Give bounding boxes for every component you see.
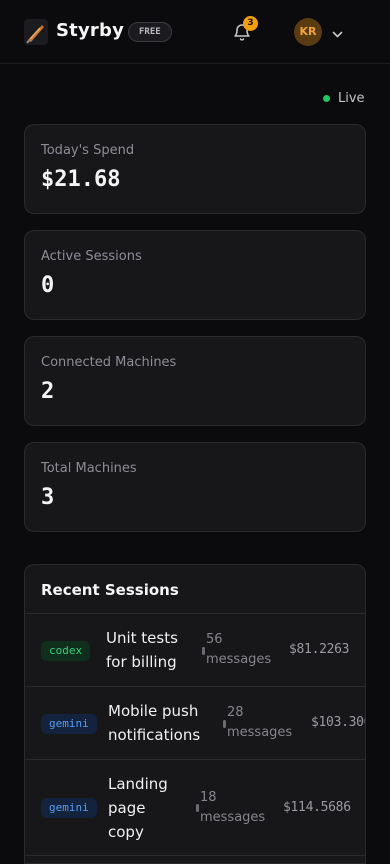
session-title-line: Mobile push xyxy=(108,702,199,720)
agent-tag: gemini xyxy=(41,798,97,818)
stat-label: Total Machines xyxy=(41,461,137,476)
session-cost: $103.3068 xyxy=(311,715,365,730)
session-title[interactable]: Unit tests for billing xyxy=(106,626,178,674)
session-cost: $81.2263 xyxy=(289,642,350,657)
session-row[interactable]: codex Unit tests for billing 56 messages… xyxy=(25,614,365,687)
recent-sessions-panel: Recent Sessions codex Unit tests for bil… xyxy=(24,564,366,864)
stat-label: Today's Spend xyxy=(41,143,135,158)
live-label: Live xyxy=(338,90,365,106)
message-indicator-icon xyxy=(196,804,199,812)
session-title-line: page xyxy=(108,799,146,817)
stat-value: 0 xyxy=(41,273,55,298)
notification-count-badge: 3 xyxy=(243,16,258,31)
agent-tag: gemini xyxy=(41,714,97,734)
chevron-down-icon[interactable] xyxy=(331,26,344,39)
stat-label: Active Sessions xyxy=(41,249,142,264)
session-title-line: copy xyxy=(108,823,144,841)
message-count: 18 messages xyxy=(200,788,265,828)
session-title-line: Landing xyxy=(108,775,168,793)
stat-card-active-sessions: Active Sessions 0 xyxy=(24,230,366,320)
recent-sessions-title: Recent Sessions xyxy=(41,581,179,599)
live-status: Live xyxy=(323,90,365,106)
agent-tag: codex xyxy=(41,641,91,661)
message-count-label: messages xyxy=(206,652,272,667)
message-count-number: 18 xyxy=(200,790,217,805)
session-row[interactable]: gemini Landing page copy 18 messages $11… xyxy=(25,760,365,856)
session-title-line: notifications xyxy=(108,726,201,744)
message-indicator-icon xyxy=(223,720,226,728)
stat-value: $21.68 xyxy=(41,167,121,192)
session-cost: $114.5686 xyxy=(283,800,351,815)
plan-badge: FREE xyxy=(128,22,172,42)
message-count-number: 56 xyxy=(206,632,223,647)
message-count-label: messages xyxy=(200,810,266,825)
user-avatar[interactable]: KR xyxy=(294,18,322,46)
stat-card-connected-machines: Connected Machines 2 xyxy=(24,336,366,426)
session-title-line: Unit tests xyxy=(106,629,178,647)
stat-label: Connected Machines xyxy=(41,355,177,370)
stat-card-todays-spend: Today's Spend $21.68 xyxy=(24,124,366,214)
session-row[interactable]: gemini Mobile push notifications 28 mess… xyxy=(25,687,365,760)
message-count-label: messages xyxy=(227,725,293,740)
session-title[interactable]: Landing page copy xyxy=(108,772,168,844)
session-title[interactable]: Mobile push notifications xyxy=(108,699,200,747)
message-count: 56 messages xyxy=(206,630,271,670)
stat-value: 3 xyxy=(41,485,55,510)
session-title-line: for billing xyxy=(106,653,177,671)
brand-name[interactable]: Styrby xyxy=(56,20,124,41)
message-count-number: 28 xyxy=(227,705,244,720)
stat-value: 2 xyxy=(41,379,55,404)
top-bar: Styrby FREE 3 KR xyxy=(0,0,390,64)
live-dot-icon xyxy=(323,94,330,102)
stat-card-total-machines: Total Machines 3 xyxy=(24,442,366,532)
app-logo-icon[interactable] xyxy=(24,19,48,45)
message-indicator-icon xyxy=(202,647,205,655)
message-count: 28 messages xyxy=(227,703,292,743)
